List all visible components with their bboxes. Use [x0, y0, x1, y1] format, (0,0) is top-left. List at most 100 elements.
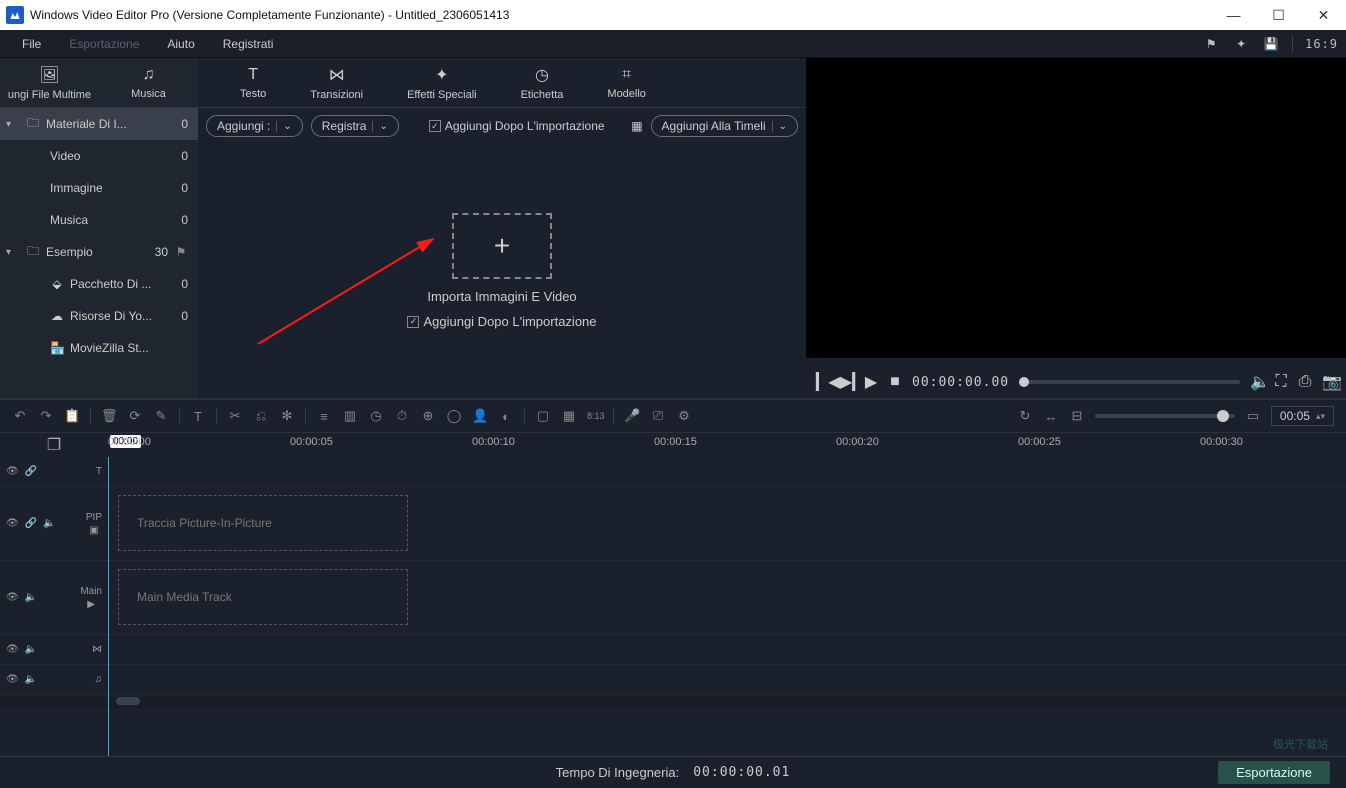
track-text[interactable]: 👁 🔗 T	[0, 457, 1346, 487]
center-tab[interactable]: TTesto	[218, 66, 288, 100]
minimize-button[interactable]: —	[1211, 0, 1256, 30]
speed-icon[interactable]: ⏱	[394, 408, 410, 424]
add-after-import-checkbox[interactable]: ✓ Aggiungi Dopo L'importazione	[429, 119, 605, 133]
eye-icon[interactable]: 👁	[6, 644, 19, 655]
key-icon[interactable]: ◯	[446, 408, 462, 424]
timeline-dropdown[interactable]: Aggiungi Alla Timeli ⌄	[651, 115, 798, 137]
menu-register[interactable]: Registrati	[209, 33, 288, 55]
layers-icon[interactable]: ❐	[0, 433, 108, 457]
redo-button[interactable]: ↷	[38, 408, 54, 424]
fit-icon[interactable]: ↔	[1043, 409, 1059, 424]
import-drop-zone[interactable]: + Importa Immagini E Video ✓ Aggiungi Do…	[198, 144, 806, 398]
pixel-icon[interactable]: ▦	[561, 408, 577, 424]
center-tab[interactable]: ⋈Transizioni	[288, 65, 385, 101]
export-button[interactable]: Esportazione	[1218, 761, 1330, 784]
close-button[interactable]: ✕	[1301, 0, 1346, 30]
next-frame-button[interactable]: ▶▎	[840, 372, 854, 392]
trash-icon[interactable]: 🗑	[101, 408, 117, 424]
timeline-scrollbar[interactable]	[0, 697, 1346, 709]
eye-icon[interactable]: 👁	[6, 466, 19, 477]
preview-panel: ▎◀ ▶▎ ▶ ■ 00:00:00.00 🔈 ⛶ ⎙ 📷	[806, 58, 1346, 398]
ratio-icon[interactable]: 8:13	[587, 411, 603, 421]
mute-icon[interactable]: 🔈	[43, 518, 55, 529]
eye-icon[interactable]: 👁	[6, 592, 19, 603]
zoom-slider[interactable]	[1095, 414, 1235, 418]
eye-icon[interactable]: 👁	[6, 674, 19, 685]
center-tab[interactable]: ✦Effetti Speciali	[385, 65, 499, 101]
pip-placeholder[interactable]: Traccia Picture-In-Picture	[118, 495, 408, 551]
wand-icon[interactable]: ✦	[1232, 35, 1250, 53]
zoom-out-icon[interactable]: ⊟	[1069, 408, 1085, 424]
sidebar-item[interactable]: ⬙Pacchetto Di ...0	[0, 268, 198, 300]
play-button[interactable]: ▶	[864, 372, 878, 392]
flag-icon[interactable]: ⚑	[1202, 35, 1220, 53]
prev-frame-button[interactable]: ▎◀	[816, 372, 830, 392]
add-dropdown[interactable]: Aggiungi : ⌄	[206, 115, 303, 137]
sidebar-item[interactable]: Musica0	[0, 204, 198, 236]
effects-icon[interactable]: ✻	[279, 408, 295, 424]
rotate-icon[interactable]: ⟳	[127, 408, 143, 424]
sidebar-item-label: Esempio	[46, 245, 134, 259]
fullscreen-icon[interactable]: ⛶	[1274, 373, 1288, 391]
volume-icon[interactable]: 🔈	[1250, 372, 1264, 392]
record-dropdown[interactable]: Registra ⌄	[311, 115, 399, 137]
mute-icon[interactable]: 🔈	[25, 674, 37, 685]
clip-icon[interactable]: ⎙	[1298, 373, 1312, 391]
sidebar-item[interactable]: ▾🗀Materiale Di I...0	[0, 108, 198, 140]
person-icon[interactable]: 👤	[472, 408, 488, 424]
zoom-in-icon[interactable]: ▭	[1245, 408, 1261, 424]
menu-file[interactable]: File	[8, 33, 55, 55]
mic-icon[interactable]: 🎤	[624, 408, 640, 424]
seek-bar[interactable]	[1019, 380, 1240, 384]
center-tab[interactable]: ⌗Modello	[585, 66, 668, 100]
split-icon[interactable]: ⎌	[253, 408, 269, 424]
save-icon[interactable]: 💾	[1262, 35, 1280, 53]
zoom-icon[interactable]: ⊕	[420, 408, 436, 424]
grid-view-button[interactable]: ▦	[631, 119, 642, 133]
sidebar-item[interactable]: ☁Risorse Di Yo...0	[0, 300, 198, 332]
tab-music[interactable]: ♫ Musica	[99, 66, 198, 100]
track-transition[interactable]: 👁 🔈 ⋈	[0, 635, 1346, 665]
cut-icon[interactable]: ✂	[227, 408, 243, 424]
mask-icon[interactable]: ◐	[498, 409, 514, 424]
lock-icon[interactable]: 🔗	[25, 518, 37, 529]
align-icon[interactable]: ≡	[316, 409, 332, 424]
sidebar-item[interactable]: 🏪MovieZilla St...	[0, 332, 198, 364]
edit-icon[interactable]: ✎	[153, 408, 169, 424]
clock-icon[interactable]: ◷	[368, 408, 384, 424]
track-main[interactable]: 👁 🔈 Main ▶ Main Media Track	[0, 561, 1346, 635]
settings-icon[interactable]: ⚙	[676, 408, 692, 424]
sidebar-item[interactable]: ▾🗀Esempio30⚑	[0, 236, 198, 268]
center-tab[interactable]: ◷Etichetta	[499, 65, 586, 101]
timeline-ruler[interactable]: ❐ 00:00 00:00:0000:00:0500:00:1000:00:15…	[0, 433, 1346, 457]
maximize-button[interactable]: ☐	[1256, 0, 1301, 30]
track-audio[interactable]: 👁 🔈 ♫	[0, 665, 1346, 695]
aspect-ratio[interactable]: 16:9	[1305, 37, 1338, 51]
loop-icon[interactable]: ↻	[1017, 408, 1033, 424]
main-placeholder[interactable]: Main Media Track	[118, 569, 408, 625]
undo-button[interactable]: ↶	[12, 408, 28, 424]
menu-help[interactable]: Aiuto	[153, 33, 208, 55]
track-pip[interactable]: 👁 🔗 🔈 PIP ▣ Traccia Picture-In-Picture	[0, 487, 1346, 561]
record-screen-icon[interactable]: ⎚	[650, 408, 666, 424]
checkbox-checked-icon: ✓	[429, 120, 441, 132]
stop-button[interactable]: ■	[888, 373, 902, 391]
duration-box[interactable]: 00:05 ▴▾	[1271, 406, 1334, 426]
track-area[interactable]: 👁 🔗 T 👁 🔗 🔈 PIP ▣ Traccia Picture-In-Pic…	[0, 457, 1346, 756]
tab-media-files[interactable]: 🖼 ungi File Multime	[0, 65, 99, 101]
plus-dashed-box[interactable]: +	[452, 213, 552, 279]
sidebar-item[interactable]: Immagine0	[0, 172, 198, 204]
import-checkbox[interactable]: ✓ Aggiungi Dopo L'importazione	[407, 314, 596, 329]
stepper-icon[interactable]: ▴▾	[1316, 411, 1325, 422]
mute-icon[interactable]: 🔈	[25, 592, 37, 603]
lock-icon[interactable]: 🔗	[25, 466, 37, 477]
sidebar-item[interactable]: Video0	[0, 140, 198, 172]
mute-icon[interactable]: 🔈	[25, 644, 37, 655]
columns-icon[interactable]: ▥	[342, 408, 358, 424]
crop-icon[interactable]: ▢	[535, 408, 551, 424]
snapshot-icon[interactable]: 📷	[1322, 372, 1336, 392]
eye-icon[interactable]: 👁	[6, 518, 19, 529]
clipboard-icon[interactable]: 📋	[64, 408, 80, 424]
text-tool-icon[interactable]: T	[190, 409, 206, 424]
menu-export[interactable]: Esportazione	[55, 33, 153, 55]
